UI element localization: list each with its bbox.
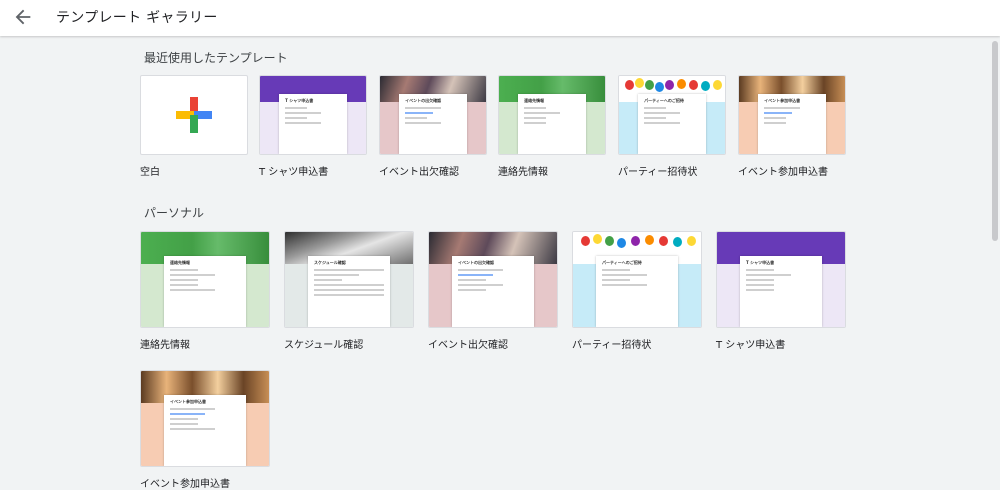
template-tile-event-registration[interactable]: イベント参加申込書 イベント参加申込書 [738,75,846,178]
template-label: 空白 [140,167,160,178]
template-tile-event-registration[interactable]: イベント参加申込書 イベント参加申込書 [140,370,270,490]
template-label: パーティー招待状 [572,340,652,351]
template-label: イベント参加申込書 [140,479,230,490]
template-tile-event-rsvp[interactable]: イベントの出欠確認 イベント出欠確認 [428,231,558,351]
template-tile-schedule[interactable]: スケジュール確認 スケジュール確認 [284,231,414,351]
template-label: スケジュール確認 [284,340,364,351]
preview-title: パーティーへのご招待 [644,98,684,103]
preview-title: 連絡先情報 [170,260,191,265]
preview-title: イベント参加申込書 [170,399,207,404]
plus-icon [176,97,212,133]
preview-title: イベントの出欠確認 [405,98,442,103]
preview-title: 連絡先情報 [524,98,545,103]
template-thumbnail[interactable]: スケジュール確認 [284,231,414,328]
template-tile-tshirt[interactable]: T シャツ申込書 T シャツ申込書 [259,75,367,178]
scrollbar[interactable] [990,37,1000,482]
preview-title: パーティーへのご招待 [602,260,642,265]
template-label: イベント参加申込書 [738,167,828,178]
preview-title: イベント参加申込書 [764,98,801,103]
section-title-recent: 最近使用したテンプレート [144,51,288,65]
template-tile-party[interactable]: パーティーへのご招待 パーティー招待状 [618,75,726,178]
template-tile-party[interactable]: パーティーへのご招待 パーティー招待状 [572,231,702,351]
preview-title: T シャツ申込書 [746,260,775,265]
template-tile-blank[interactable]: 空白 [140,75,248,178]
template-thumbnail[interactable]: 連絡先情報 [140,231,270,328]
template-thumbnail[interactable]: T シャツ申込書 [716,231,846,328]
template-label: パーティー招待状 [618,167,698,178]
template-tile-event-rsvp[interactable]: イベントの出欠確認 イベント出欠確認 [379,75,487,178]
template-thumbnail[interactable]: パーティーへのご招待 [618,75,726,155]
preview-title: イベントの出欠確認 [458,260,495,265]
arrow-left-icon[interactable] [12,6,34,28]
template-tile-contact[interactable]: 連絡先情報 連絡先情報 [140,231,270,351]
template-thumbnail[interactable]: 連絡先情報 [498,75,606,155]
template-thumbnail[interactable]: パーティーへのご招待 [572,231,702,328]
top-app-bar: テンプレート ギャラリー [0,0,1000,36]
page-title: テンプレート ギャラリー [56,10,218,26]
template-label: イベント出欠確認 [379,167,459,178]
section-title-personal: パーソナル [144,206,205,220]
template-label: イベント出欠確認 [428,340,508,351]
preview-title: スケジュール確認 [314,260,346,265]
template-thumbnail[interactable]: イベントの出欠確認 [379,75,487,155]
template-label: T シャツ申込書 [716,340,786,351]
template-label: 連絡先情報 [498,167,548,178]
template-thumbnail[interactable]: イベントの出欠確認 [428,231,558,328]
template-thumbnail[interactable]: T シャツ申込書 [259,75,367,155]
template-label: 連絡先情報 [140,340,190,351]
scrollbar-thumb[interactable] [992,41,998,241]
template-label: T シャツ申込書 [259,167,329,178]
template-thumbnail[interactable]: イベント参加申込書 [140,370,270,467]
preview-title: T シャツ申込書 [285,98,314,103]
template-thumbnail[interactable] [140,75,248,155]
template-thumbnail[interactable]: イベント参加申込書 [738,75,846,155]
template-tile-contact[interactable]: 連絡先情報 連絡先情報 [498,75,606,178]
template-tile-tshirt[interactable]: T シャツ申込書 T シャツ申込書 [716,231,846,351]
